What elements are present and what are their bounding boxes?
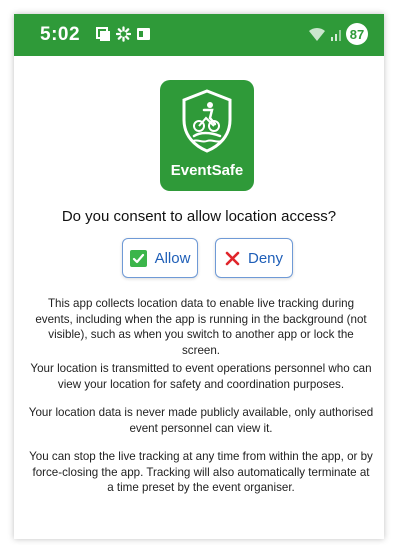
shield-triathlete-icon: [182, 89, 232, 153]
disclosure-paragraph: Your location data is never made publicl…: [28, 406, 374, 435]
status-time: 5:02: [40, 24, 81, 45]
phone-screen: 5:02 87 EventSafe Do you consent to allo…: [14, 14, 384, 539]
app-logo: EventSafe: [160, 80, 254, 191]
consent-question: Do you consent to allow location access?: [61, 208, 337, 225]
status-right-icons: 87: [308, 23, 368, 45]
wifi-icon: [309, 27, 325, 41]
deny-button[interactable]: Deny: [215, 238, 293, 278]
battery-level: 87: [346, 23, 368, 45]
allow-label: Allow: [154, 249, 191, 267]
allow-button[interactable]: Allow: [122, 238, 198, 278]
deny-label: Deny: [247, 249, 284, 267]
status-bar: 5:02 87: [14, 14, 384, 56]
app-name: EventSafe: [170, 162, 244, 179]
image-notification-icon: [96, 27, 110, 41]
check-icon: [129, 249, 147, 267]
x-icon: [225, 251, 240, 265]
gear-notification-icon: [116, 26, 131, 42]
signal-icon: [331, 30, 341, 41]
disclosure-paragraph: Your location is transmitted to event op…: [30, 362, 372, 391]
notification-icons: [96, 26, 151, 42]
disclosure-paragraph: You can stop the live tracking at any ti…: [29, 450, 373, 494]
card-notification-icon: [137, 28, 150, 40]
disclosure-paragraph: This app collects location data to enabl…: [35, 297, 367, 357]
